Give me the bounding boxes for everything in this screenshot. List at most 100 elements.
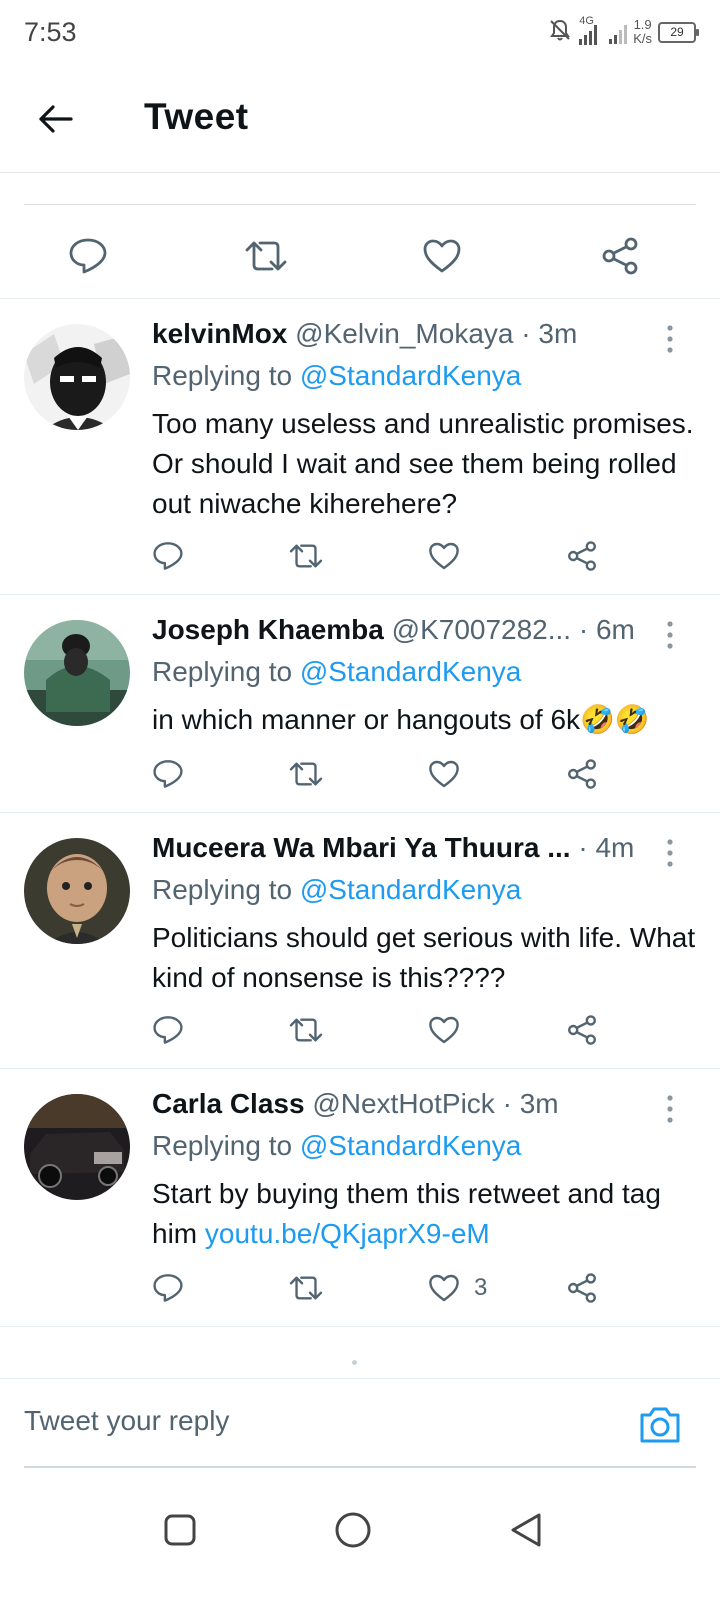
timestamp: 3m: [538, 318, 578, 349]
handle: @Kelvin_Mokaya: [295, 318, 514, 349]
reply-icon: [153, 760, 183, 788]
more-options-button[interactable]: [660, 1092, 680, 1126]
timestamp: 6m: [595, 614, 635, 645]
divider: [0, 812, 720, 813]
battery-icon: 29: [658, 21, 699, 43]
reply-button[interactable]: [152, 1010, 184, 1050]
retweet-icon: [289, 1018, 323, 1042]
like-button[interactable]: [428, 1010, 474, 1050]
reply-tweet[interactable]: Muceera Wa Mbari Ya Thuura ... · 4m Repl…: [0, 832, 720, 1068]
share-button[interactable]: [566, 1010, 598, 1050]
mention-link[interactable]: @StandardKenya: [300, 874, 521, 905]
reply-composer: Tweet your reply: [0, 1378, 720, 1469]
reply-header: Joseph Khaemba @K7007282... · 6m: [152, 614, 662, 654]
share-button[interactable]: [566, 754, 598, 794]
divider: [24, 204, 696, 205]
handle: @K7007282...: [391, 614, 572, 645]
replying-prefix: Replying to: [152, 874, 293, 905]
separator: ·: [521, 318, 531, 349]
more-vertical-icon: [667, 839, 673, 867]
mention-link[interactable]: @StandardKenya: [300, 1130, 521, 1161]
display-name[interactable]: Muceera Wa Mbari Ya Thuura ...: [152, 832, 571, 863]
signal-icon-2: [609, 20, 628, 44]
reply-header: Carla Class @NextHotPick · 3m: [152, 1088, 662, 1128]
home-button[interactable]: [323, 1500, 383, 1560]
reply-header: kelvinMox @Kelvin_Mokaya · 3m: [152, 318, 662, 358]
like-button[interactable]: [428, 536, 474, 576]
divider: [0, 1326, 720, 1327]
retweet-icon: [245, 241, 287, 271]
reply-tweet[interactable]: Joseph Khaemba @K7007282... · 6m Replyin…: [0, 614, 720, 810]
timestamp: 4m: [595, 832, 635, 863]
avatar[interactable]: [24, 324, 130, 430]
mention-link[interactable]: @StandardKenya: [300, 656, 521, 687]
avatar[interactable]: [24, 1094, 130, 1200]
share-icon: [602, 237, 638, 275]
like-button[interactable]: 3: [428, 1268, 487, 1308]
reply-actions: [0, 536, 720, 576]
more-options-button[interactable]: [660, 618, 680, 652]
mention-link[interactable]: @StandardKenya: [300, 360, 521, 391]
reply-actions: [0, 754, 720, 794]
display-name[interactable]: Carla Class: [152, 1088, 305, 1119]
avatar[interactable]: [24, 838, 130, 944]
retweet-icon: [289, 762, 323, 786]
reply-icon: [69, 238, 107, 274]
main-like-button[interactable]: [418, 232, 466, 280]
main-retweet-button[interactable]: [242, 232, 290, 280]
tweet-link[interactable]: youtu.be/QKjaprX9-eM: [205, 1218, 490, 1249]
avatar[interactable]: [24, 620, 130, 726]
network-type: 4G: [579, 15, 594, 27]
network-speed: 1.9 K/s: [633, 18, 652, 46]
status-icons: 4G 1.9 K/s 29: [547, 14, 699, 50]
replying-to: Replying to @StandardKenya: [152, 656, 521, 688]
reply-tweet[interactable]: Carla Class @NextHotPick · 3m Replying t…: [0, 1088, 720, 1324]
separator: ·: [578, 614, 589, 645]
recents-button[interactable]: [150, 1500, 210, 1560]
reply-button[interactable]: [152, 754, 184, 794]
main-share-button[interactable]: [596, 232, 644, 280]
reply-button[interactable]: [152, 1268, 184, 1308]
handle: @NextHotPick: [312, 1088, 495, 1119]
display-name[interactable]: kelvinMox: [152, 318, 287, 349]
speed-value: 1.9: [633, 17, 652, 32]
status-bar: 7:53 4G 1.9 K/s 29: [0, 0, 720, 66]
back-nav-button[interactable]: [496, 1500, 556, 1560]
more-options-button[interactable]: [660, 836, 680, 870]
main-reply-button[interactable]: [64, 232, 112, 280]
like-count: 3: [474, 1274, 488, 1301]
reply-tweet[interactable]: kelvinMox @Kelvin_Mokaya · 3m Replying t…: [0, 318, 720, 594]
tweet-text: in which manner or hangouts of 6k🤣🤣: [152, 704, 650, 735]
system-nav-bar: [0, 1480, 720, 1600]
replying-prefix: Replying to: [152, 360, 293, 391]
tweet-text: Too many useless and unrealistic promise…: [152, 408, 694, 519]
retweet-button[interactable]: [288, 1268, 324, 1308]
reply-input[interactable]: Tweet your reply: [24, 1405, 229, 1437]
speed-unit: K/s: [633, 31, 652, 46]
share-icon: [568, 759, 596, 789]
signal-icon: 4G: [579, 15, 598, 45]
display-name[interactable]: Joseph Khaemba: [152, 614, 384, 645]
camera-button[interactable]: [638, 1405, 682, 1445]
share-button[interactable]: [566, 1268, 598, 1308]
replying-to: Replying to @StandardKenya: [152, 874, 521, 906]
back-button[interactable]: [32, 96, 78, 142]
camera-icon: [640, 1407, 680, 1443]
retweet-button[interactable]: [288, 754, 324, 794]
replying-to: Replying to @StandardKenya: [152, 1130, 521, 1162]
like-button[interactable]: [428, 754, 474, 794]
share-icon: [568, 1273, 596, 1303]
like-icon: [429, 1274, 459, 1302]
reply-icon: [153, 542, 183, 570]
main-tweet-actions: [0, 232, 720, 288]
tweet-text: Politicians should get serious with life…: [152, 922, 696, 993]
like-icon: [429, 760, 459, 788]
share-button[interactable]: [566, 536, 598, 576]
status-time: 7:53: [24, 17, 77, 47]
more-vertical-icon: [667, 325, 673, 353]
retweet-button[interactable]: [288, 536, 324, 576]
reply-button[interactable]: [152, 536, 184, 576]
retweet-button[interactable]: [288, 1010, 324, 1050]
more-options-button[interactable]: [660, 322, 680, 356]
separator: ·: [578, 832, 588, 863]
